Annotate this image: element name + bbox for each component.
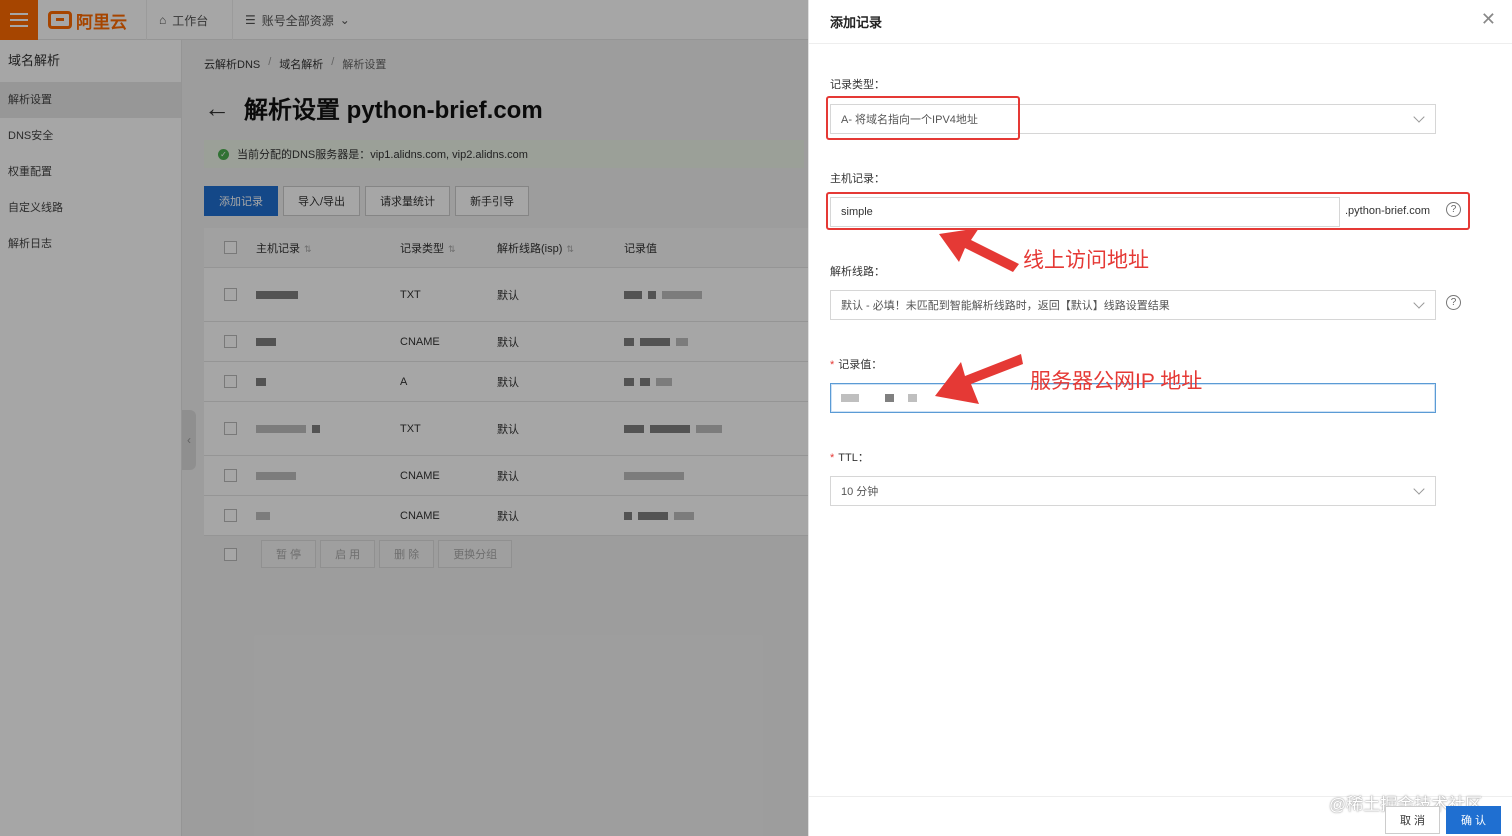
annotation-online-address: 线上访问地址 xyxy=(1023,249,1149,272)
chevron-down-icon xyxy=(1413,483,1425,495)
ttl-label: * TTL： xyxy=(830,452,869,464)
drawer-header: 添加记录 ✕ xyxy=(809,0,1512,44)
arrow-annotation-icon xyxy=(939,228,1019,272)
confirm-button[interactable]: 确 认 xyxy=(1446,806,1501,834)
add-record-drawer: 添加记录 ✕ 记录类型： A- 将域名指向一个IPV4地址 主机记录： simp… xyxy=(808,0,1512,836)
line-select[interactable]: 默认 - 必填！未匹配到智能解析线路时，返回【默认】线路设置结果 xyxy=(830,290,1436,320)
host-label: 主机记录： xyxy=(830,173,885,185)
help-icon[interactable]: ? xyxy=(1446,295,1461,310)
line-label: 解析线路： xyxy=(830,266,885,278)
arrow-annotation-icon xyxy=(935,354,1023,404)
chevron-down-icon xyxy=(1413,297,1425,309)
line-value: 默认 - 必填！未匹配到智能解析线路时，返回【默认】线路设置结果 xyxy=(841,300,1170,312)
highlight-record-type xyxy=(826,96,1020,140)
annotation-server-ip: 服务器公网IP 地址 xyxy=(1030,370,1203,393)
chevron-down-icon xyxy=(1413,111,1425,123)
highlight-host xyxy=(826,192,1470,230)
drawer-title: 添加记录 xyxy=(830,15,883,30)
modal-overlay[interactable] xyxy=(0,0,808,836)
record-type-label: 记录类型： xyxy=(830,79,885,91)
cancel-button[interactable]: 取 消 xyxy=(1385,806,1440,834)
ttl-select[interactable]: 10 分钟 xyxy=(830,476,1436,506)
ttl-value: 10 分钟 xyxy=(841,486,879,498)
record-value-label: * 记录值： xyxy=(830,359,883,371)
close-icon[interactable]: ✕ xyxy=(1481,10,1496,28)
